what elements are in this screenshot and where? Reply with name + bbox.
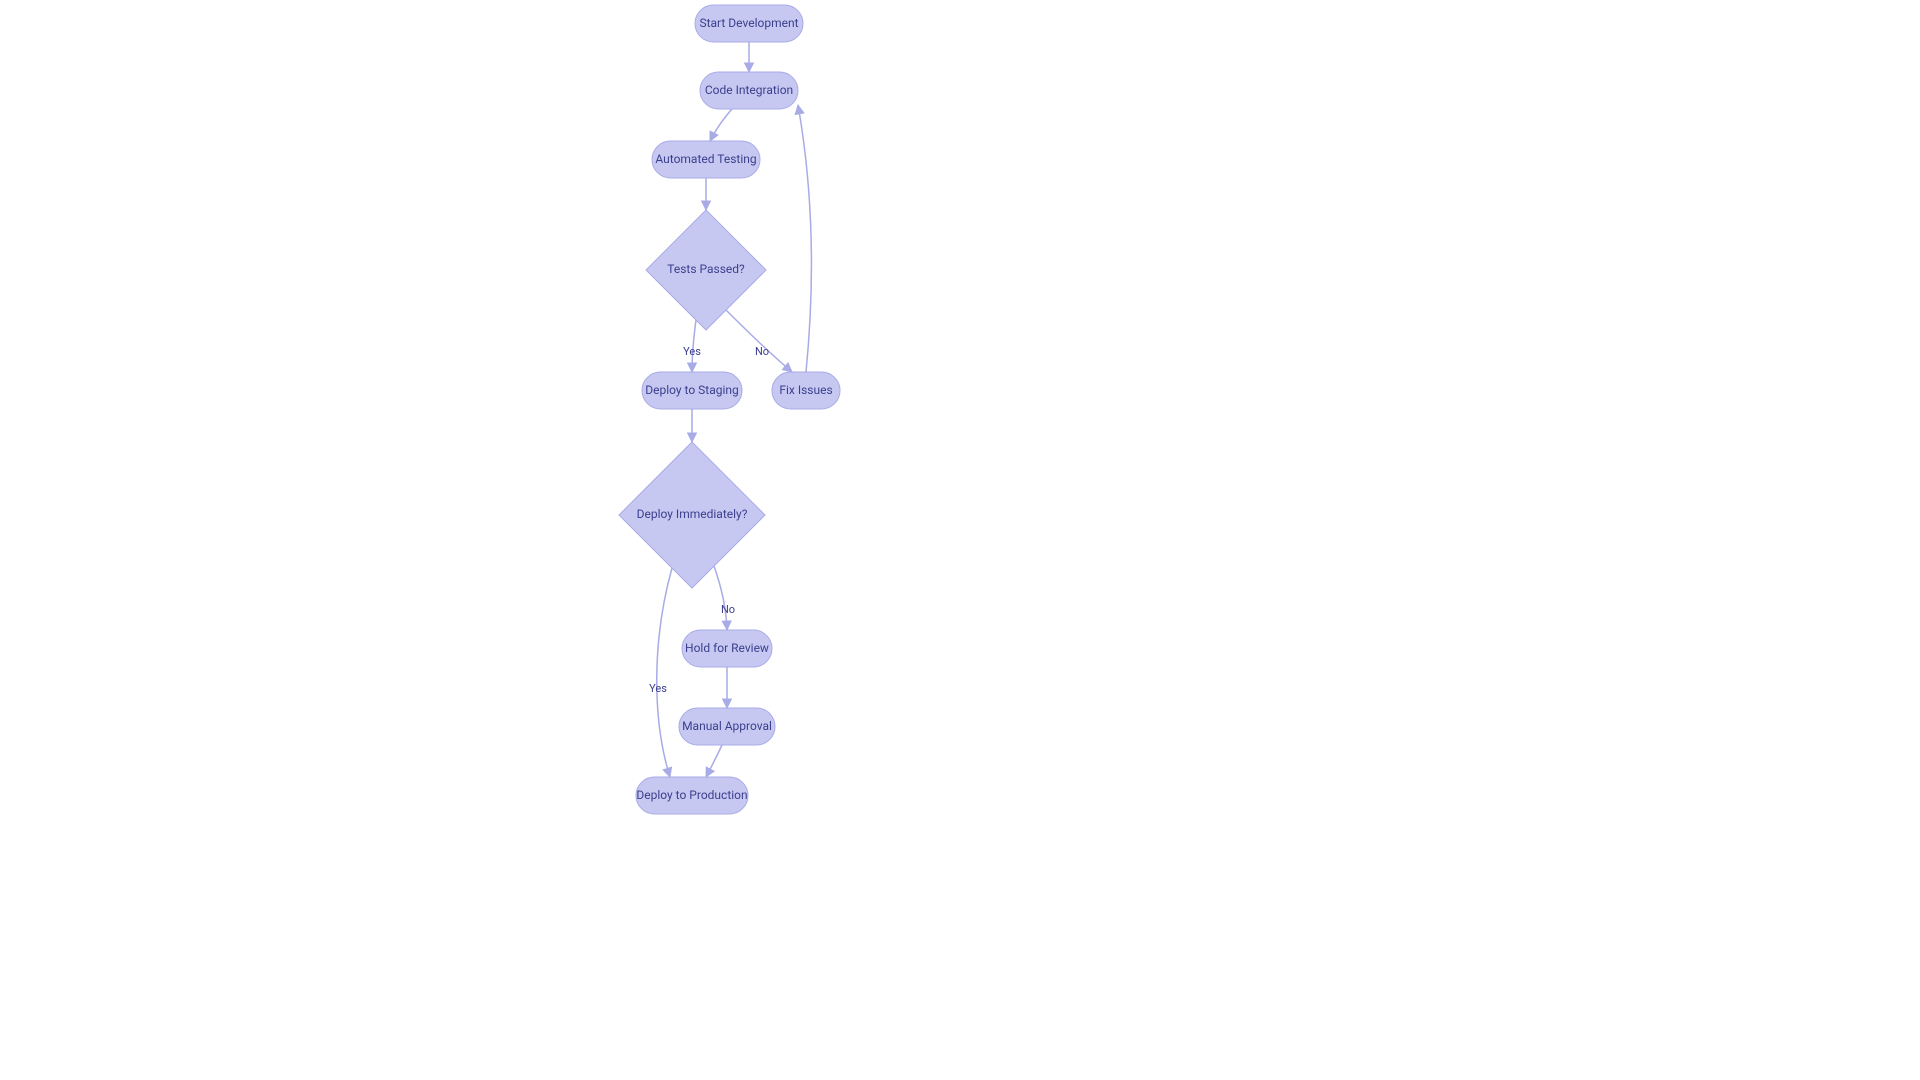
edge-appr-to-prod xyxy=(706,745,722,777)
node-tests-passed-label: Tests Passed? xyxy=(667,262,745,276)
node-deploy-immediately-label: Deploy Immediately? xyxy=(637,507,748,521)
edge-pass-to-fix-label: No xyxy=(755,345,769,358)
edge-imm-to-hold xyxy=(714,566,727,630)
node-hold-for-review-label: Hold for Review xyxy=(685,641,769,655)
node-deploy-to-production: Deploy to Production xyxy=(636,777,748,814)
node-manual-approval: Manual Approval xyxy=(679,708,775,745)
node-fix-issues-label: Fix Issues xyxy=(779,383,832,397)
node-deploy-immediately: Deploy Immediately? xyxy=(619,442,765,588)
node-code-integration-label: Code Integration xyxy=(705,83,793,97)
node-start-development-label: Start Development xyxy=(699,16,798,30)
node-automated-testing-label: Automated Testing xyxy=(655,152,756,166)
flowchart-canvas: Start Development Code Integration Autom… xyxy=(0,0,1920,1080)
edge-imm-to-hold-label: No xyxy=(721,603,735,616)
node-manual-approval-label: Manual Approval xyxy=(682,719,772,733)
edge-integ-to-test xyxy=(710,109,732,141)
edge-imm-to-prod xyxy=(657,568,672,777)
edge-pass-to-stage-label: Yes xyxy=(683,345,701,358)
node-automated-testing: Automated Testing xyxy=(652,141,760,178)
edge-imm-to-prod-label: Yes xyxy=(649,682,667,695)
node-code-integration: Code Integration xyxy=(700,72,798,109)
node-hold-for-review: Hold for Review xyxy=(682,630,772,667)
node-fix-issues: Fix Issues xyxy=(772,372,840,409)
node-deploy-to-staging-label: Deploy to Staging xyxy=(645,383,739,397)
node-deploy-to-production-label: Deploy to Production xyxy=(636,788,747,802)
node-deploy-to-staging: Deploy to Staging xyxy=(642,372,742,409)
node-tests-passed: Tests Passed? xyxy=(646,210,766,330)
edge-pass-to-fix xyxy=(726,310,792,372)
node-start-development: Start Development xyxy=(695,5,803,42)
edge-fix-to-integ xyxy=(798,105,811,372)
